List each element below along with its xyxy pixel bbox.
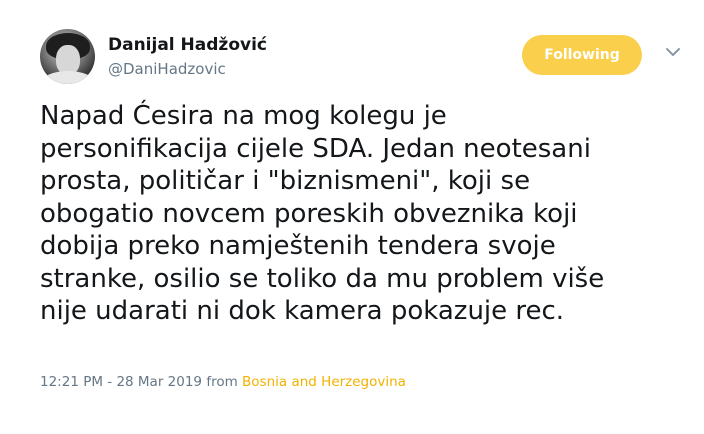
author-name[interactable]: Danijal Hadžović (108, 35, 267, 55)
tweet-line: Napad Ćesira na mog kolegu je (40, 101, 447, 131)
location-link[interactable]: Bosnia and Herzegovina (242, 374, 406, 390)
following-button[interactable]: Following (522, 35, 642, 75)
author-handle[interactable]: @DaniHadzovic (108, 60, 226, 78)
tweet-timestamp[interactable]: 12:21 PM - 28 Mar 2019 (40, 374, 202, 390)
chevron-down-icon[interactable] (664, 46, 682, 58)
tweet-line: prosta, političar i "biznismeni", koji s… (40, 166, 531, 196)
tweet-meta: 12:21 PM - 28 Mar 2019 from Bosnia and H… (40, 374, 406, 390)
avatar-shoulders (42, 71, 94, 84)
tweet-line: dobija preko namještenih tendera svoje (40, 231, 556, 261)
tweet-line: obogatio novcem poreskih obveznika koji (40, 198, 578, 229)
from-label: from (206, 374, 238, 390)
tweet-line: stranke, osilio se toliko da mu problem … (40, 263, 605, 294)
tweet-line: personifikacija cijele SDA. Jedan neotes… (40, 133, 591, 164)
avatar[interactable] (40, 29, 95, 84)
tweet-line: nije udarati ni dok kamera pokazuje rec. (40, 296, 565, 326)
tweet-text: Napad Ćesira na mog kolegu je personifik… (40, 100, 680, 328)
